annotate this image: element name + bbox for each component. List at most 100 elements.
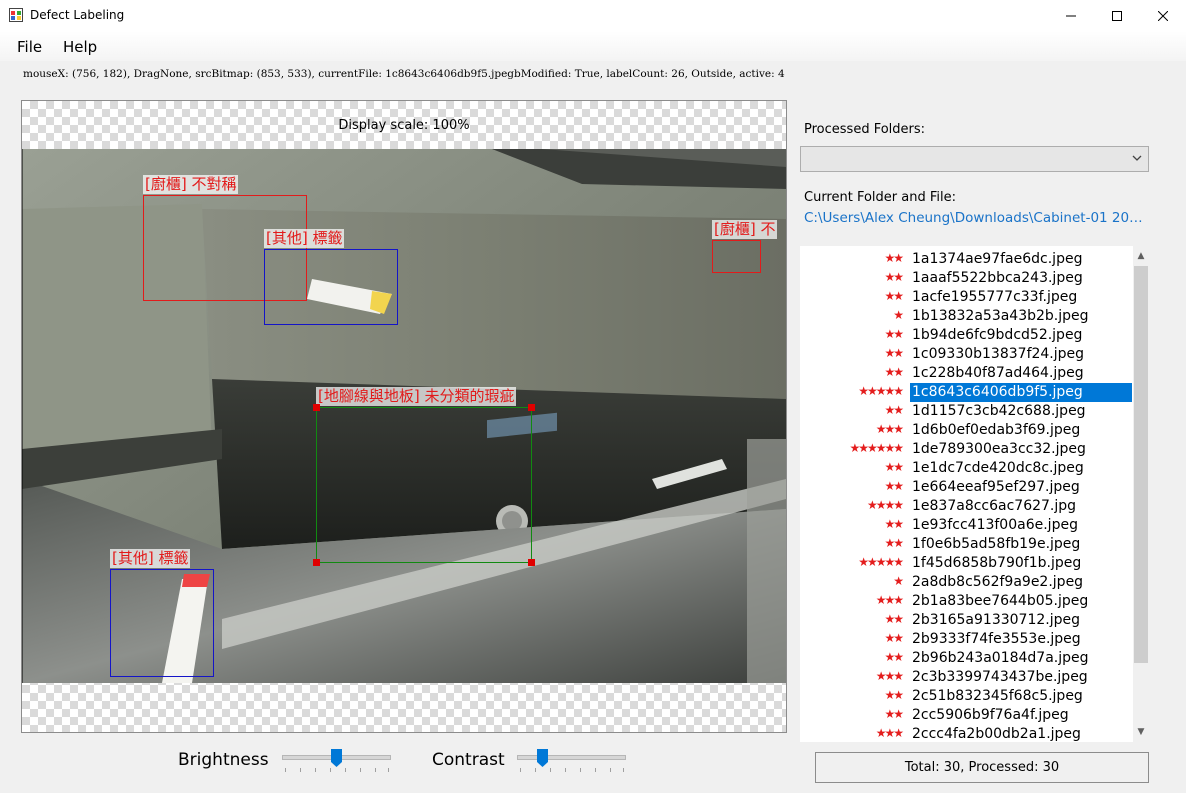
menu-help[interactable]: Help bbox=[63, 38, 97, 56]
rating-stars: ★★★ bbox=[875, 422, 904, 436]
rating-stars: ★★ bbox=[884, 650, 903, 664]
file-list-item[interactable]: ★★★ 2c3b3399743437be.jpeg bbox=[800, 668, 1133, 687]
brightness-tick bbox=[315, 768, 316, 772]
file-list-item[interactable]: ★★★★ 1e837a8cc6ac7627.jpg bbox=[800, 497, 1133, 516]
defect-box-unclassified[interactable] bbox=[316, 407, 532, 563]
file-list-item[interactable]: ★★ 1aaaf5522bbca243.jpeg bbox=[800, 269, 1133, 288]
rating-stars: ★★ bbox=[884, 403, 903, 417]
file-name: 2c51b832345f68c5.jpeg bbox=[912, 688, 1083, 704]
processed-folders-dropdown[interactable] bbox=[800, 146, 1149, 172]
file-list-scrollbar[interactable]: ▲ ▼ bbox=[1133, 246, 1149, 742]
totals-status: Total: 30, Processed: 30 bbox=[815, 752, 1149, 783]
file-list-item[interactable]: ★★ 2cc5906b9f76a4f.jpeg bbox=[800, 706, 1133, 725]
menu-bar: File Help bbox=[0, 31, 1186, 61]
rating-stars: ★ bbox=[893, 574, 904, 588]
file-list[interactable]: ★★★ 2ccc4fa2b00db2a1.jpeg ★★ 2cc5906b9f76a4… bbox=[800, 246, 1149, 742]
file-list-item[interactable]: ★★ 1b94de6fc9bdcd52.jpeg bbox=[800, 326, 1133, 345]
defect-box-cabinet-edge[interactable] bbox=[712, 240, 761, 273]
file-name: 1c09330b13837f24.jpeg bbox=[912, 346, 1085, 362]
file-name: 2a8db8c562f9a9e2.jpeg bbox=[912, 574, 1084, 590]
scroll-up-icon[interactable]: ▲ bbox=[1133, 248, 1149, 264]
defect-label-tag-1: [其他] 標籤 bbox=[264, 229, 345, 248]
defect-box-tag-1[interactable] bbox=[264, 249, 398, 325]
file-list-item[interactable]: ★★★★★ 1c8643c6406db9f5.jpeg bbox=[800, 383, 1133, 402]
brightness-tick bbox=[330, 768, 331, 772]
contrast-slider-thumb[interactable] bbox=[536, 749, 548, 767]
file-list-item[interactable]: ★★★ 1d6b0ef0edab3f69.jpeg bbox=[800, 421, 1133, 440]
rating-stars: ★★ bbox=[884, 631, 903, 645]
brightness-tick bbox=[388, 768, 389, 772]
resize-handle-top-left[interactable] bbox=[313, 404, 320, 411]
file-name: 2c3b3399743437be.jpeg bbox=[912, 669, 1088, 685]
current-folder-path-link[interactable]: C:\Users\Alex Cheung\Downloads\Cabinet-0… bbox=[804, 210, 1146, 226]
file-name: 1e93fcc413f00a6e.jpeg bbox=[912, 517, 1078, 533]
rating-stars: ★★ bbox=[884, 289, 903, 303]
file-list-item[interactable]: ★★★ 2ccc4fa2b00db2a1.jpeg bbox=[800, 725, 1133, 742]
file-list-item[interactable]: ★★ 1a1374ae97fae6dc.jpeg bbox=[800, 250, 1133, 269]
contrast-tick bbox=[565, 768, 566, 772]
file-name: 2b1a83bee7644b05.jpeg bbox=[912, 593, 1089, 609]
debug-status-line: mouseX: (756, 182), DragNone, srcBitmap:… bbox=[23, 68, 785, 80]
contrast-track[interactable] bbox=[517, 755, 626, 760]
resize-handle-top-right[interactable] bbox=[528, 404, 535, 411]
file-list-item[interactable]: ★★ 1e664eeaf95ef297.jpeg bbox=[800, 478, 1133, 497]
rating-stars: ★★ bbox=[884, 688, 903, 702]
rating-stars: ★ bbox=[893, 308, 904, 322]
file-list-item[interactable]: ★★ 1e1dc7cde420dc8c.jpeg bbox=[800, 459, 1133, 478]
file-name: 1f45d6858b790f1b.jpeg bbox=[912, 555, 1082, 571]
image-canvas[interactable]: Display scale: 100% [廚櫃] 不對稱 [其他] 標籤 [廚櫃… bbox=[21, 100, 787, 733]
file-list-item[interactable]: ★★ 2b3165a91330712.jpeg bbox=[800, 611, 1133, 630]
file-list-item[interactable]: ★★ 1c09330b13837f24.jpeg bbox=[800, 345, 1133, 364]
brightness-tick bbox=[300, 768, 301, 772]
close-button[interactable] bbox=[1140, 0, 1186, 31]
minimize-icon bbox=[1066, 15, 1076, 16]
menu-file[interactable]: File bbox=[17, 38, 42, 56]
file-list-item[interactable]: ★★★ 2b1a83bee7644b05.jpeg bbox=[800, 592, 1133, 611]
file-name: 1acfe1955777c33f.jpeg bbox=[912, 289, 1078, 305]
window-title: Defect Labeling bbox=[30, 8, 125, 22]
file-list-item[interactable]: ★★ 2c51b832345f68c5.jpeg bbox=[800, 687, 1133, 706]
file-name: 1d1157c3cb42c688.jpeg bbox=[912, 403, 1086, 419]
file-list-item[interactable]: ★★ 2b9333f74fe3553e.jpeg bbox=[800, 630, 1133, 649]
file-list-item[interactable]: ★★ 1d1157c3cb42c688.jpeg bbox=[800, 402, 1133, 421]
file-list-item[interactable]: ★ 2a8db8c562f9a9e2.jpeg bbox=[800, 573, 1133, 592]
defect-label-tag-2: [其他] 標籤 bbox=[110, 549, 191, 568]
file-list-item[interactable]: ★★ 2b96b243a0184d7a.jpeg bbox=[800, 649, 1133, 668]
file-list-item[interactable]: ★★ 1f0e6b5ad58fb19e.jpeg bbox=[800, 535, 1133, 554]
defect-label-asymmetric: [廚櫃] 不對稱 bbox=[143, 175, 239, 194]
rating-stars: ★★★★ bbox=[866, 498, 904, 512]
file-list-item[interactable]: ★★★★★ 1f45d6858b790f1b.jpeg bbox=[800, 554, 1133, 573]
file-name: 1c228b40f87ad464.jpeg bbox=[912, 365, 1084, 381]
file-list-item[interactable]: ★★ 1e93fcc413f00a6e.jpeg bbox=[800, 516, 1133, 535]
brightness-tick bbox=[345, 768, 346, 772]
file-list-item[interactable]: ★ 1b13832a53a43b2b.jpeg bbox=[800, 307, 1133, 326]
file-list-item[interactable]: ★★ 1c228b40f87ad464.jpeg bbox=[800, 364, 1133, 383]
scroll-down-icon[interactable]: ▼ bbox=[1133, 724, 1149, 740]
resize-handle-bottom-right[interactable] bbox=[528, 559, 535, 566]
minimize-button[interactable] bbox=[1048, 0, 1094, 31]
brightness-label: Brightness bbox=[178, 750, 269, 770]
file-name: 2b3165a91330712.jpeg bbox=[912, 612, 1080, 628]
scrollbar-thumb[interactable] bbox=[1134, 266, 1148, 663]
defect-box-tag-2[interactable] bbox=[110, 569, 214, 677]
rating-stars: ★★ bbox=[884, 327, 903, 341]
rating-stars: ★★ bbox=[884, 460, 903, 474]
contrast-tick bbox=[520, 768, 521, 772]
file-name: 2ccc4fa2b00db2a1.jpeg bbox=[912, 726, 1081, 742]
rating-stars: ★★★ bbox=[875, 726, 904, 740]
file-name: 1a1374ae97fae6dc.jpeg bbox=[912, 251, 1083, 267]
rating-stars: ★★★★★ bbox=[858, 555, 904, 569]
file-list-item[interactable]: ★★★★★★ 1de789300ea3cc32.jpeg bbox=[800, 440, 1133, 459]
file-list-item[interactable]: ★★ 1acfe1955777c33f.jpeg bbox=[800, 288, 1133, 307]
brightness-slider-thumb[interactable] bbox=[330, 749, 342, 767]
brightness-tick bbox=[285, 768, 286, 772]
rating-stars: ★★ bbox=[884, 270, 903, 284]
maximize-button[interactable] bbox=[1094, 0, 1140, 31]
file-name: 2cc5906b9f76a4f.jpeg bbox=[912, 707, 1069, 723]
rating-stars: ★★ bbox=[884, 707, 903, 721]
rating-stars: ★★★ bbox=[875, 593, 904, 607]
resize-handle-bottom-left[interactable] bbox=[313, 559, 320, 566]
maximize-icon bbox=[1112, 10, 1122, 21]
brightness-tick bbox=[360, 768, 361, 772]
file-name: 2b9333f74fe3553e.jpeg bbox=[912, 631, 1081, 647]
